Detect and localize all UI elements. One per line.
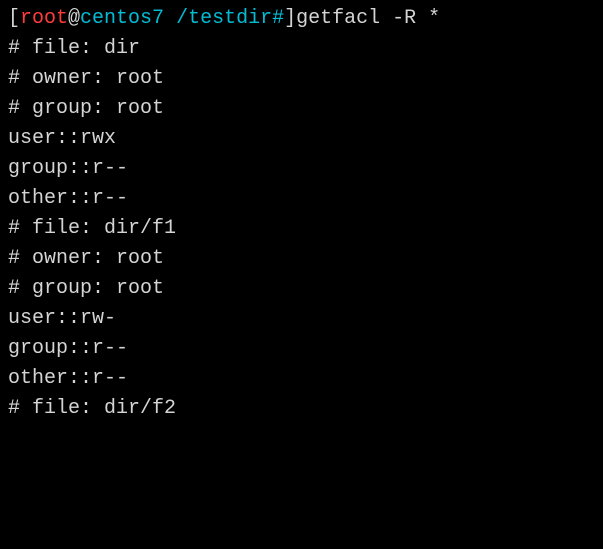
output-line: # owner: root [8,64,595,94]
output-line: user::rwx [8,124,595,154]
prompt-path: /testdir# [176,7,284,30]
output-line: # group: root [8,94,595,124]
prompt-at: @ [68,7,80,30]
prompt-open-bracket: [ [8,7,20,30]
prompt-line: [root@centos7 /testdir#]getfacl -R * [8,4,595,34]
output-line: group::r-- [8,154,595,184]
output-line: other::r-- [8,364,595,394]
prompt-user: root [20,7,68,30]
output-line: # file: dir/f2 [8,394,595,424]
output-line: other::r-- [8,184,595,214]
output-line: # owner: root [8,244,595,274]
output-line: # group: root [8,274,595,304]
prompt-host: centos7 [80,7,176,30]
output-line: # file: dir [8,34,595,64]
output-line: # file: dir/f1 [8,214,595,244]
output-line: user::rw- [8,304,595,334]
command-text: getfacl -R * [296,7,440,30]
terminal-window[interactable]: [root@centos7 /testdir#]getfacl -R * # f… [0,0,603,428]
output-line: group::r-- [8,334,595,364]
prompt-close-bracket: ] [284,7,296,30]
